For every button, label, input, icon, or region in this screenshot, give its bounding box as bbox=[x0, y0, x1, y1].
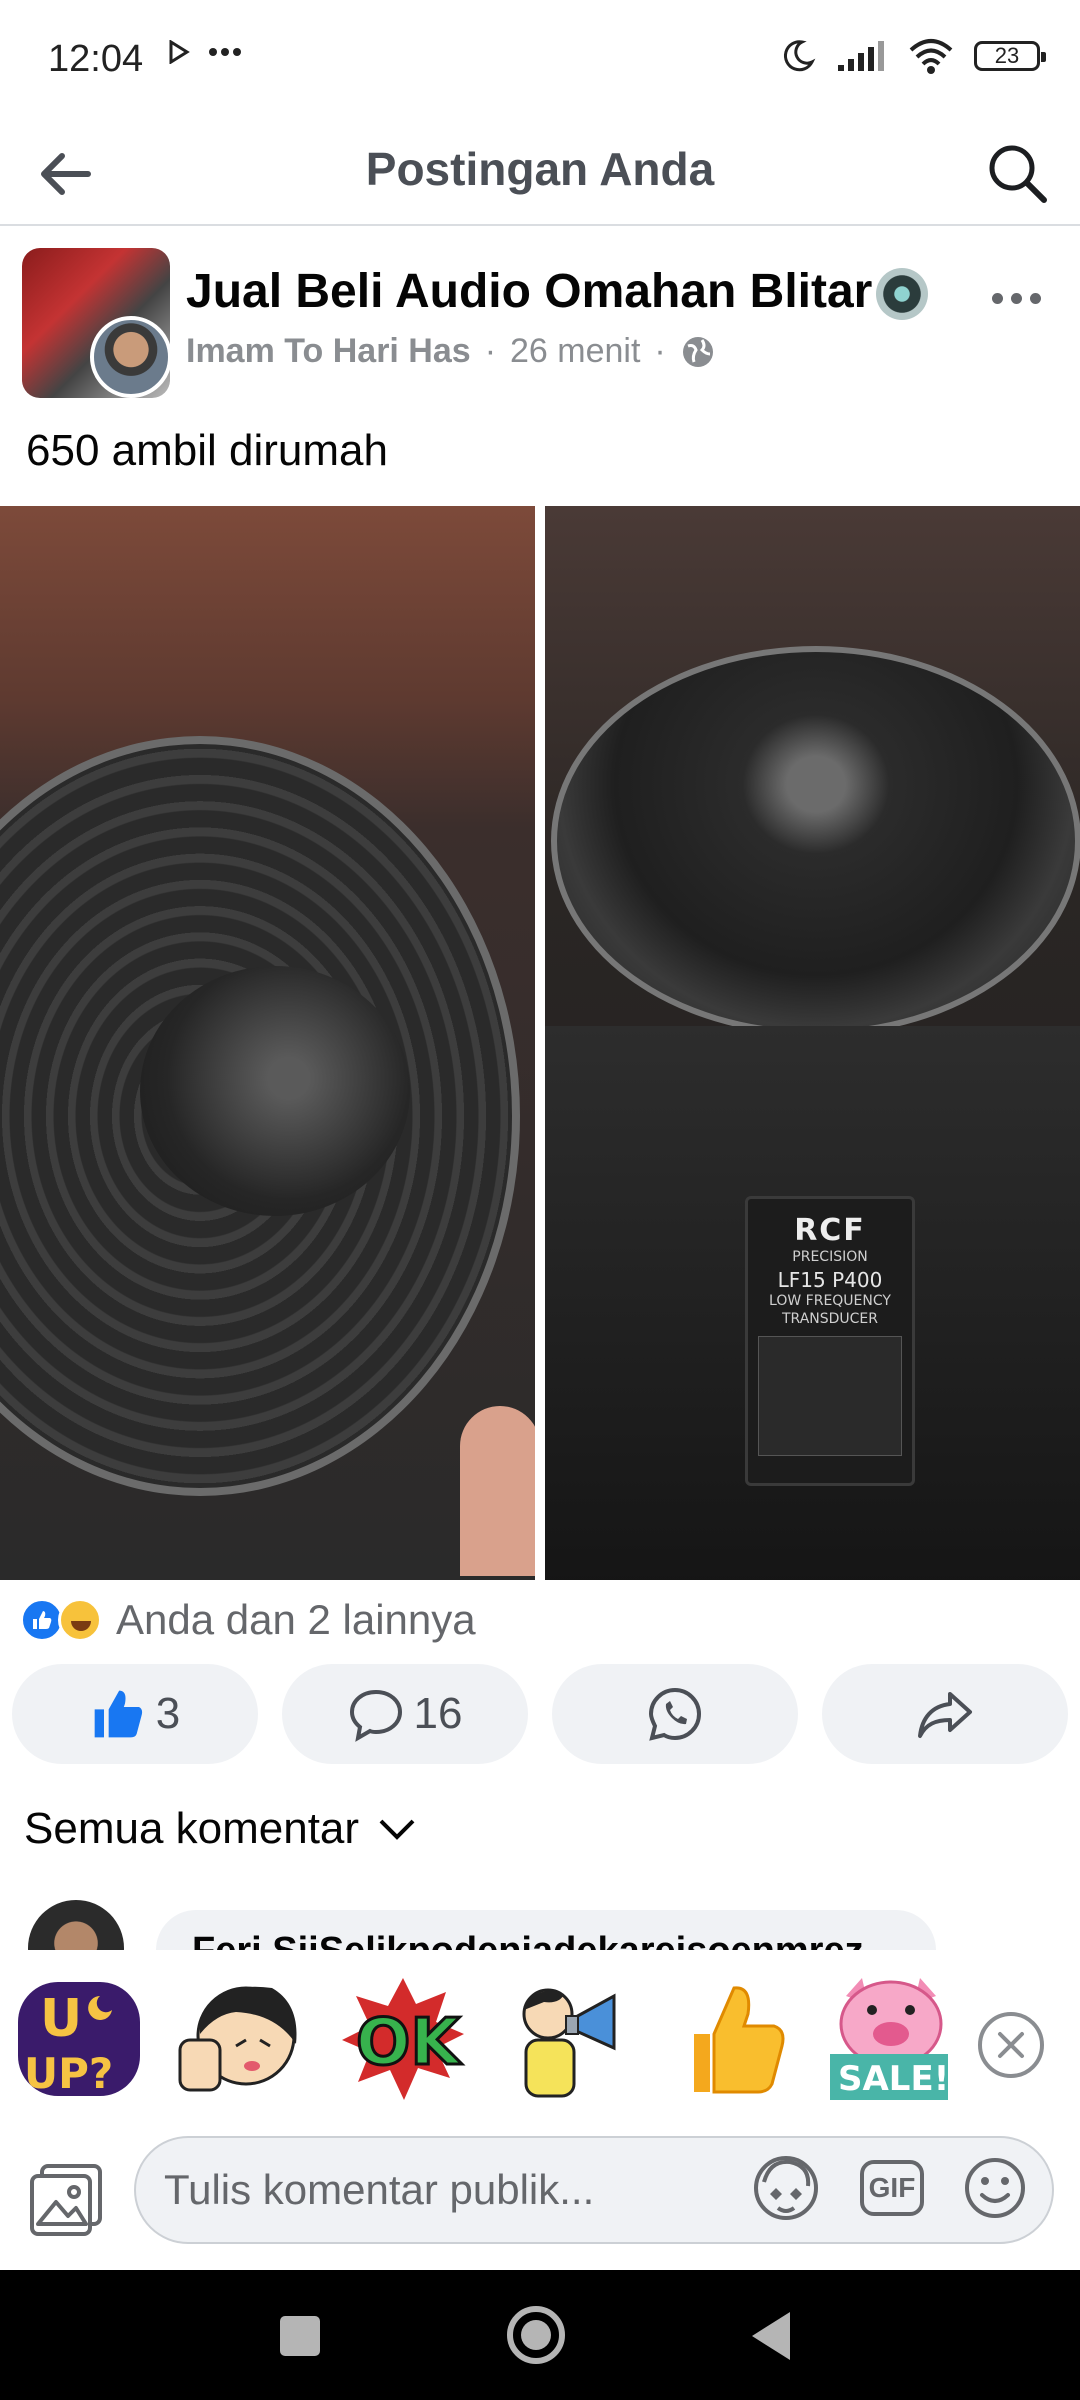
gif-button[interactable]: GIF bbox=[860, 2160, 924, 2216]
comment-button[interactable]: 16 bbox=[282, 1664, 528, 1764]
post-time[interactable]: 26 menit bbox=[510, 332, 640, 371]
commenter-avatar[interactable] bbox=[28, 1900, 124, 1950]
whatsapp-share-button[interactable] bbox=[552, 1664, 798, 1764]
play-icon bbox=[169, 40, 190, 64]
label-line2: LOW FREQUENCY bbox=[769, 1293, 891, 1309]
speaker-label-plate: RCF PRECISION LF15 P400 LOW FREQUENCY TR… bbox=[745, 1196, 915, 1486]
sticker-suggestions: U UP? OK SALE! bbox=[0, 1950, 1080, 2140]
sticker-text: UP? bbox=[24, 2049, 113, 2098]
meta-separator: · bbox=[484, 332, 497, 370]
close-icon bbox=[998, 2032, 1024, 2058]
megaphone-sticker[interactable] bbox=[504, 1974, 634, 2104]
reactions-summary[interactable]: Anda dan 2 lainnya bbox=[20, 1596, 476, 1644]
system-back-button[interactable] bbox=[752, 2312, 790, 2360]
sticker-text: SALE! bbox=[838, 2059, 949, 2099]
photo-speaker-back[interactable]: RCF PRECISION LF15 P400 LOW FREQUENCY TR… bbox=[545, 506, 1080, 1580]
ok-sticker[interactable]: OK bbox=[338, 1974, 468, 2104]
group-name[interactable]: Jual Beli Audio Omahan Blitar bbox=[186, 264, 929, 321]
label-model: LF15 P400 bbox=[777, 1268, 883, 1292]
sale-pig-sticker[interactable]: SALE! bbox=[826, 1974, 956, 2104]
haha-reaction-icon bbox=[58, 1598, 102, 1642]
more-notifications-icon bbox=[209, 48, 241, 56]
battery-indicator: 23 bbox=[974, 41, 1046, 71]
svg-text:U: U bbox=[40, 1989, 82, 2049]
gif-label: GIF bbox=[868, 2172, 916, 2203]
system-navigation-bar bbox=[0, 2270, 1080, 2400]
comment-icon bbox=[349, 1689, 402, 1742]
label-spec-table bbox=[758, 1336, 902, 1456]
status-time: 12:04 bbox=[48, 38, 144, 80]
composer-icons: GIF bbox=[750, 2152, 1028, 2224]
like-count: 3 bbox=[155, 1689, 181, 1738]
battery-level: 23 bbox=[994, 43, 1020, 68]
close-stickers-button[interactable] bbox=[978, 2012, 1044, 2078]
like-button[interactable]: 3 bbox=[12, 1664, 258, 1764]
comments-filter-dropdown[interactable]: Semua komentar bbox=[24, 1804, 417, 1854]
more-options-button[interactable] bbox=[980, 278, 1052, 318]
author-name[interactable]: Imam To Hari Has bbox=[186, 332, 471, 371]
comment-count: 16 bbox=[413, 1689, 463, 1738]
u-up-sticker[interactable]: U UP? bbox=[14, 1974, 144, 2104]
comments-filter-label: Semua komentar bbox=[24, 1804, 360, 1853]
author-avatar[interactable] bbox=[90, 316, 172, 398]
share-arrow-icon bbox=[918, 1692, 972, 1738]
group-name-text: Jual Beli Audio Omahan Blitar bbox=[186, 265, 873, 318]
post-header: Jual Beli Audio Omahan Blitar Imam To Ha… bbox=[0, 228, 1080, 408]
share-button[interactable] bbox=[822, 1664, 1068, 1764]
finger bbox=[460, 1406, 535, 1576]
chevron-down-icon bbox=[379, 1819, 415, 1840]
label-line1: PRECISION bbox=[792, 1249, 868, 1265]
status-system-icons: 23 bbox=[780, 38, 1046, 74]
reactions-text: Anda dan 2 lainnya bbox=[116, 1596, 476, 1643]
photo-gallery-icon[interactable] bbox=[28, 2162, 104, 2238]
speaker-dustcap bbox=[140, 966, 410, 1216]
speaker-emoji-icon bbox=[876, 268, 929, 321]
sticker-text: OK bbox=[356, 2006, 462, 2080]
comment-item: Feri SijSelikpodenjadekareisoenmrez bbox=[0, 1900, 1080, 1950]
thumbs-up-sticker[interactable] bbox=[664, 1974, 794, 2104]
home-button[interactable] bbox=[507, 2306, 565, 2364]
speaker-magnet bbox=[551, 646, 1080, 1036]
moon-icon bbox=[783, 40, 816, 72]
emoji-icon[interactable] bbox=[962, 2155, 1028, 2221]
thumbs-girl-sticker[interactable] bbox=[176, 1974, 306, 2104]
label-brand: RCF bbox=[794, 1213, 866, 1248]
status-bar: 12:04 23 bbox=[0, 0, 1080, 120]
wifi-icon bbox=[909, 39, 953, 74]
signal-icon bbox=[838, 41, 884, 71]
status-notification-icons bbox=[168, 40, 242, 64]
post-actions: 3 16 bbox=[12, 1664, 1068, 1764]
app-bar: Postingan Anda bbox=[0, 120, 1080, 226]
post-photos: RCF PRECISION LF15 P400 LOW FREQUENCY TR… bbox=[0, 506, 1080, 1580]
page-title: Postingan Anda bbox=[365, 143, 715, 195]
whatsapp-icon bbox=[648, 1687, 701, 1741]
post-text: 650 ambil dirumah bbox=[26, 426, 388, 475]
comment-bubble[interactable]: Feri SijSelikpodenjadekareisoenmrez bbox=[156, 1910, 936, 1950]
comment-input-placeholder: Tulis komentar publik... bbox=[164, 2166, 595, 2213]
comment-composer: Tulis komentar publik... GIF bbox=[0, 2132, 1080, 2272]
globe-icon bbox=[682, 336, 713, 367]
commenter-name: Feri SijSelikpodenjadekareisoenmrez bbox=[192, 1930, 864, 1950]
recent-apps-button[interactable] bbox=[280, 2316, 320, 2356]
avatar-sticker-icon[interactable] bbox=[750, 2152, 822, 2224]
label-line3: TRANSDUCER bbox=[781, 1311, 879, 1327]
post-meta: Imam To Hari Has · 26 menit · bbox=[186, 332, 716, 371]
search-icon[interactable] bbox=[984, 140, 1050, 206]
meta-separator: · bbox=[654, 332, 666, 370]
comment-input[interactable]: Tulis komentar publik... GIF bbox=[134, 2136, 1054, 2244]
photo-speaker-front[interactable] bbox=[0, 506, 535, 1580]
thumbs-up-icon bbox=[94, 1690, 142, 1738]
